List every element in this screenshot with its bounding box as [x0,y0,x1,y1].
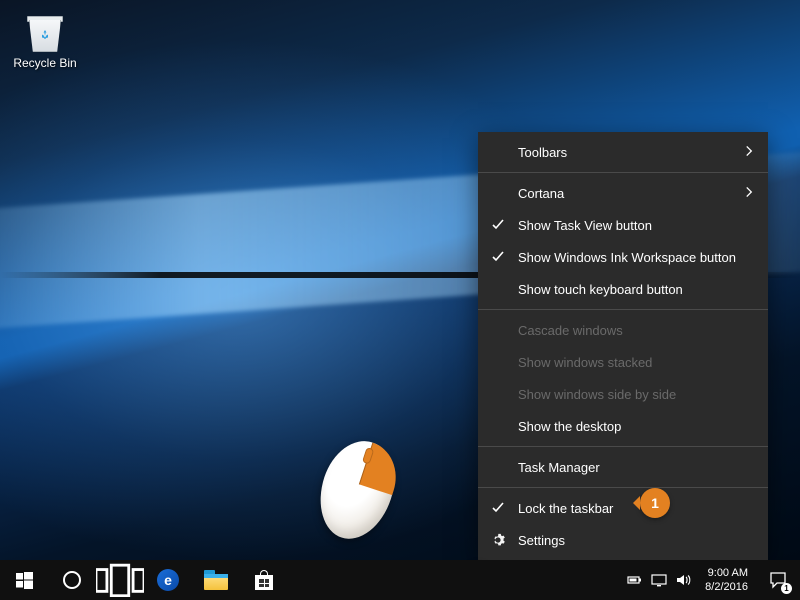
menu-item-label: Show touch keyboard button [518,282,683,297]
check-icon [491,218,505,232]
menu-item-label: Show Task View button [518,218,652,233]
clock-date: 8/2/2016 [705,580,748,594]
menu-item-settings[interactable]: Settings [478,524,768,556]
menu-item-toolbars[interactable]: Toolbars [478,136,768,168]
cortana-button[interactable] [48,560,96,600]
task-view-icon [96,563,144,598]
action-center-button[interactable]: 1 [756,560,800,600]
recycle-bin-icon[interactable]: Recycle Bin [8,6,82,70]
file-explorer-icon [204,570,228,590]
menu-item-label: Task Manager [518,460,600,475]
check-icon [491,250,505,264]
recycle-bin-label: Recycle Bin [13,56,76,70]
menu-separator [478,172,768,173]
start-button[interactable] [0,560,48,600]
volume-icon [675,572,691,588]
check-icon [491,501,505,515]
chevron-right-icon [745,145,754,160]
menu-item-label: Show windows stacked [518,355,652,370]
menu-item-cascade: Cascade windows [478,314,768,346]
clock-time: 9:00 AM [705,566,748,580]
network-icon [651,572,667,588]
store-button[interactable] [240,560,288,600]
edge-button[interactable]: e [144,560,192,600]
file-explorer-button[interactable] [192,560,240,600]
menu-item-label: Lock the taskbar [518,501,613,516]
menu-separator [478,446,768,447]
system-tray[interactable] [621,572,697,588]
menu-item-stacked: Show windows stacked [478,346,768,378]
menu-item-cortana[interactable]: Cortana [478,177,768,209]
store-icon [254,570,274,590]
menu-item-lock-taskbar[interactable]: Lock the taskbar [478,492,768,524]
task-view-button[interactable] [96,560,144,600]
taskbar-clock[interactable]: 9:00 AM 8/2/2016 [697,566,756,595]
recycle-bin-glyph [21,6,69,54]
menu-item-label: Cortana [518,186,564,201]
notification-badge: 1 [781,583,792,594]
menu-item-task-manager[interactable]: Task Manager [478,451,768,483]
battery-icon [627,572,643,588]
menu-separator [478,487,768,488]
annotation-callout-lock-taskbar: 1 [640,488,670,518]
menu-item-show-desktop[interactable]: Show the desktop [478,410,768,442]
menu-item-label: Show the desktop [518,419,621,434]
menu-item-label: Show Windows Ink Workspace button [518,250,736,265]
taskbar: e 9:00 AM 8/2/2016 1 [0,560,800,600]
edge-icon: e [157,569,179,591]
menu-item-label: Toolbars [518,145,567,160]
menu-item-side-by-side: Show windows side by side [478,378,768,410]
gear-icon [491,533,505,547]
menu-separator [478,309,768,310]
menu-item-show-task-view[interactable]: Show Task View button [478,209,768,241]
menu-item-label: Settings [518,533,565,548]
callout-number: 1 [651,495,659,511]
chevron-right-icon [745,186,754,201]
menu-item-label: Cascade windows [518,323,623,338]
menu-item-show-ink[interactable]: Show Windows Ink Workspace button [478,241,768,273]
cortana-icon [63,571,81,589]
menu-item-show-touch-keyboard[interactable]: Show touch keyboard button [478,273,768,305]
taskbar-context-menu: Toolbars Cortana Show Task View button S… [478,132,768,560]
menu-item-label: Show windows side by side [518,387,676,402]
